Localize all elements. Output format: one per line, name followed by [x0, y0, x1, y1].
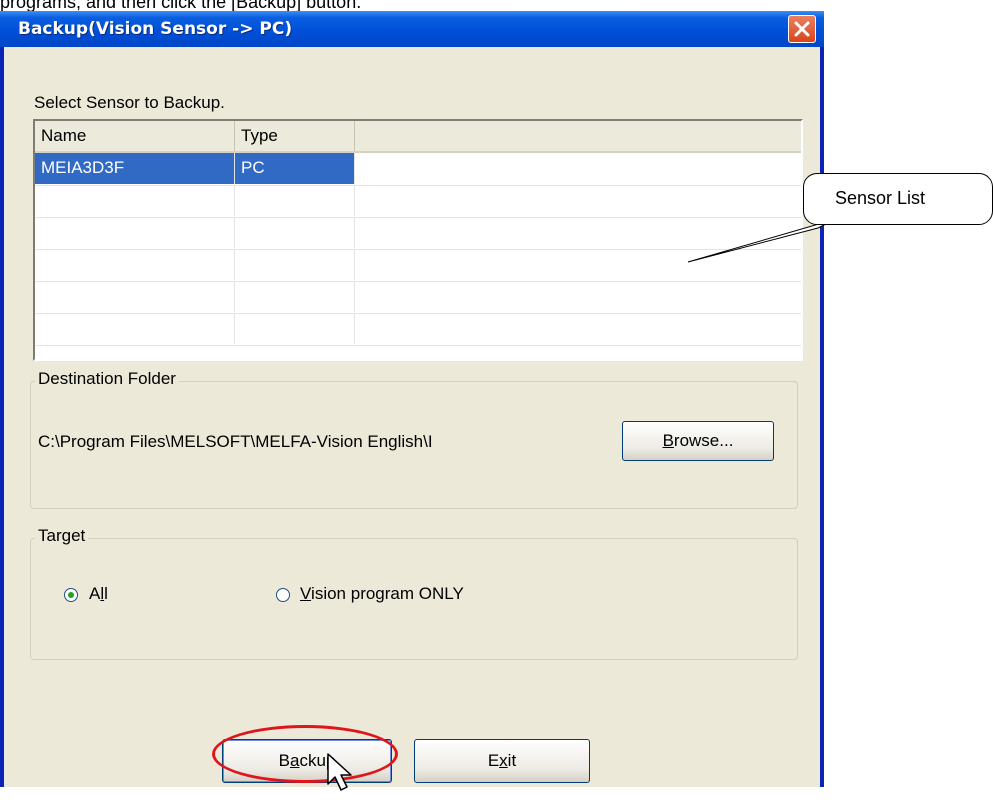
list-header: Name Type — [35, 121, 801, 153]
browse-button[interactable]: Browse... — [622, 421, 774, 461]
cell-name — [35, 185, 235, 216]
radio-selected-dot — [68, 592, 74, 598]
vision-label-suffix: ision program ONLY — [311, 584, 464, 603]
cell-type — [235, 249, 355, 280]
destination-folder-label: Destination Folder — [35, 369, 179, 389]
title-bar[interactable]: Backup(Vision Sensor -> PC) — [0, 11, 824, 47]
close-icon — [794, 21, 810, 37]
target-vision-program-only-radio[interactable] — [276, 588, 290, 602]
cell-type — [235, 313, 355, 344]
cell-name — [35, 281, 235, 312]
callout-text: Sensor List — [835, 188, 926, 208]
column-header-name[interactable]: Name — [35, 121, 235, 151]
cell-name — [35, 249, 235, 280]
destination-path: C:\Program Files\MELSOFT\MELFA-Vision En… — [38, 432, 433, 451]
column-header-type[interactable]: Type — [235, 121, 355, 151]
highlight-oval — [212, 725, 398, 783]
exit-label-prefix: E — [487, 751, 500, 770]
all-label-suffix: l — [104, 584, 108, 603]
cell-type: PC — [235, 153, 355, 184]
list-item[interactable] — [35, 185, 801, 218]
browse-label-suffix: rowse... — [673, 431, 734, 450]
list-item[interactable] — [35, 217, 801, 250]
backup-dialog: Backup(Vision Sensor -> PC) Select Senso… — [0, 11, 824, 787]
list-item[interactable] — [35, 281, 801, 314]
cell-type — [235, 185, 355, 216]
exit-label-suffix: it — [507, 751, 517, 770]
exit-accelerator-key: x — [499, 751, 508, 770]
target-vision-program-only-label[interactable]: Vision program ONLY — [300, 584, 464, 604]
dialog-client-area: Select Sensor to Backup. Name Type MEIA3… — [4, 47, 820, 787]
cell-name — [35, 313, 235, 344]
target-all-radio[interactable] — [64, 588, 78, 602]
mouse-cursor-icon — [327, 753, 352, 791]
all-label-prefix: A — [89, 584, 101, 603]
cell-name — [35, 217, 235, 248]
cell-name: MEIA3D3F — [35, 153, 235, 184]
cell-type — [235, 281, 355, 312]
select-sensor-label: Select Sensor to Backup. — [34, 93, 225, 112]
vision-accelerator-key: V — [300, 584, 312, 603]
list-item[interactable] — [35, 249, 801, 282]
dialog-title: Backup(Vision Sensor -> PC) — [18, 19, 293, 39]
sensor-list[interactable]: Name Type MEIA3D3F PC — [33, 119, 803, 361]
list-item[interactable] — [35, 313, 801, 346]
exit-button[interactable]: Exit — [414, 739, 590, 783]
sensor-list-callout: Sensor List — [803, 173, 993, 225]
list-item-meia3d3f[interactable]: MEIA3D3F PC — [35, 153, 801, 186]
cell-type — [235, 217, 355, 248]
browse-accelerator-key: B — [662, 431, 674, 450]
target-label: Target — [35, 526, 89, 546]
close-button[interactable] — [788, 15, 816, 43]
target-all-label[interactable]: All — [89, 584, 108, 604]
